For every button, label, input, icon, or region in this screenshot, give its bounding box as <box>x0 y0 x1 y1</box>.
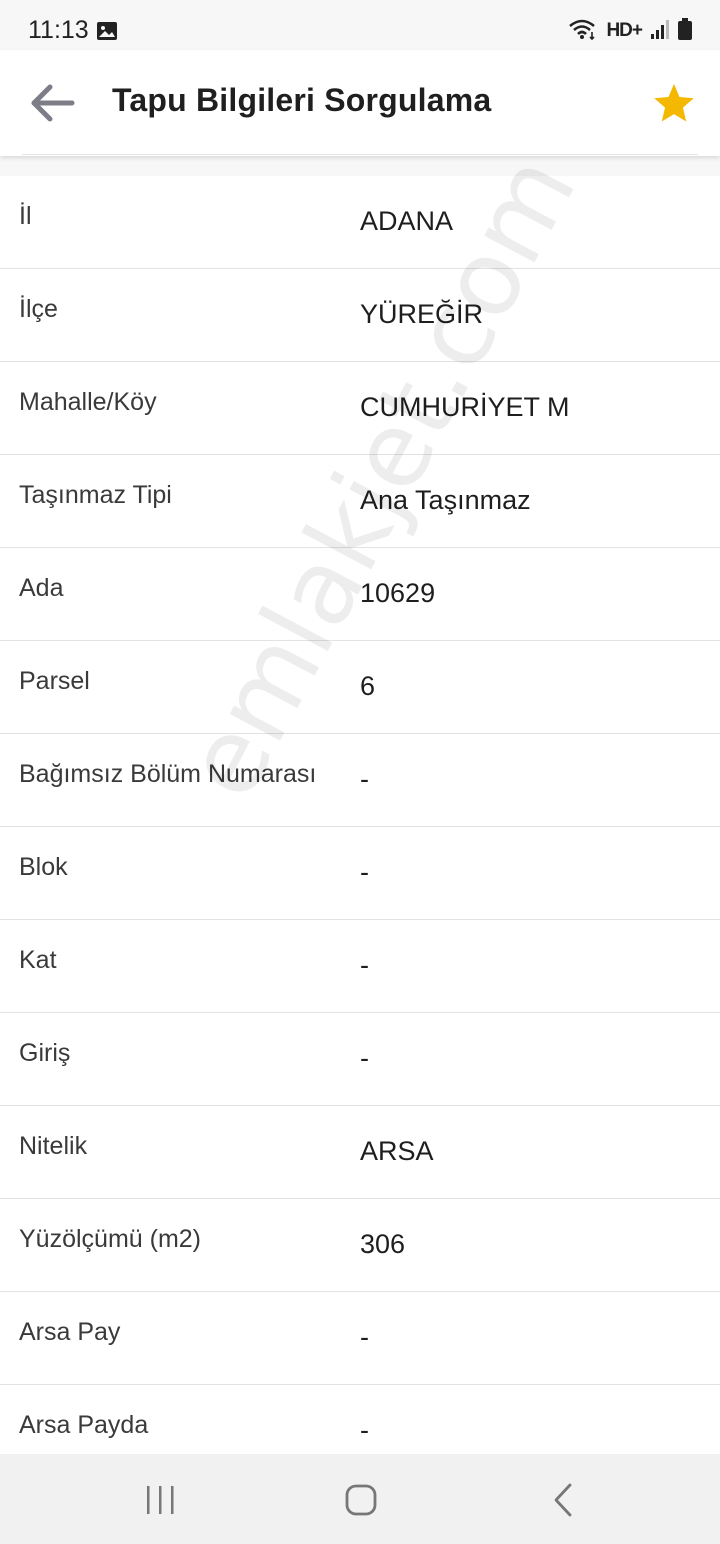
arrow-left-icon <box>28 84 78 130</box>
row-label: Mahalle/Köy <box>19 388 157 416</box>
row-tasinmaz-tipi: Taşınmaz Tipi Ana Taşınmaz <box>0 455 720 548</box>
row-arsa-pay: Arsa Pay - <box>0 1292 720 1385</box>
recent-apps-button[interactable] <box>138 1478 182 1522</box>
row-label: Kat <box>19 946 57 974</box>
page-title: Tapu Bilgileri Sorgulama <box>112 82 492 118</box>
row-value: - <box>360 1322 369 1352</box>
row-mahalle-koy: Mahalle/Köy CUMHURİYET M <box>0 362 720 455</box>
row-value: - <box>360 1415 369 1445</box>
status-icons: HD+ <box>568 17 692 45</box>
row-value: - <box>360 857 369 887</box>
row-value: - <box>360 950 369 980</box>
row-il: İl ADANA <box>0 176 720 269</box>
row-value: - <box>360 764 369 794</box>
row-value: 10629 <box>360 578 436 608</box>
recent-apps-icon <box>138 1486 182 1526</box>
status-bar: 11:13 HD+ <box>0 0 720 50</box>
row-label: Ada <box>19 574 64 602</box>
row-label: Yüzölçümü (m2) <box>19 1225 201 1253</box>
row-parsel: Parsel 6 <box>0 641 720 734</box>
star-icon <box>652 83 696 128</box>
row-label: Arsa Payda <box>19 1411 149 1439</box>
row-yuzolcumu: Yüzölçümü (m2) 306 <box>0 1199 720 1292</box>
status-time: 11:13 <box>28 16 89 44</box>
home-icon <box>339 1484 383 1526</box>
row-value: 306 <box>360 1229 406 1259</box>
row-value: Ana Taşınmaz <box>360 485 531 515</box>
row-ada: Ada 10629 <box>0 548 720 641</box>
home-button[interactable] <box>339 1478 383 1522</box>
row-label: Blok <box>19 853 68 881</box>
row-nitelik: Nitelik ARSA <box>0 1106 720 1199</box>
row-label: İl <box>19 202 32 230</box>
row-label: Nitelik <box>19 1132 88 1160</box>
nav-back-button[interactable] <box>542 1478 586 1522</box>
row-value: ARSA <box>360 1136 434 1166</box>
row-label: Bağımsız Bölüm Numarası <box>19 760 317 788</box>
row-label: Arsa Pay <box>19 1318 121 1346</box>
system-nav-bar <box>0 1454 720 1544</box>
row-blok: Blok - <box>0 827 720 920</box>
row-value: - <box>360 1043 369 1073</box>
row-value: ADANA <box>360 206 454 236</box>
favorite-button[interactable] <box>652 82 696 124</box>
row-value: 6 <box>360 671 376 701</box>
signal-icon <box>650 18 670 45</box>
row-value: CUMHURİYET M <box>360 392 570 422</box>
hd-voice-label: HD+ <box>606 20 643 41</box>
row-label: Giriş <box>19 1039 71 1067</box>
back-button[interactable] <box>28 80 78 126</box>
wifi-icon <box>568 18 598 45</box>
row-ilce: İlçe YÜREĞİR <box>0 269 720 362</box>
row-giris: Giriş - <box>0 1013 720 1106</box>
row-kat: Kat - <box>0 920 720 1013</box>
gallery-icon <box>96 21 118 41</box>
row-arsa-payda: Arsa Payda - <box>0 1385 720 1454</box>
row-label: İlçe <box>19 295 58 323</box>
property-details-list: İl ADANA İlçe YÜREĞİR Mahalle/Köy CUMHUR… <box>0 176 720 1454</box>
row-bagimsiz-bolum: Bağımsız Bölüm Numarası - <box>0 734 720 827</box>
row-value: YÜREĞİR <box>360 299 484 329</box>
app-bar-divider <box>22 154 698 155</box>
battery-icon <box>678 17 692 45</box>
row-label: Parsel <box>19 667 90 695</box>
back-icon <box>542 1483 586 1526</box>
row-label: Taşınmaz Tipi <box>19 481 172 509</box>
